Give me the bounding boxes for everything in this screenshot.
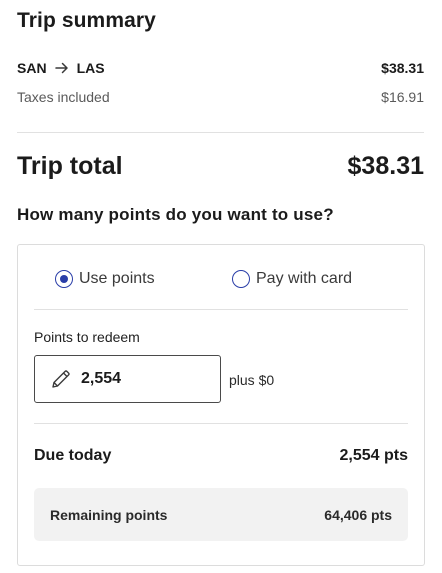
taxes-amount: $16.91 <box>381 89 424 105</box>
trip-total-label: Trip total <box>17 152 123 180</box>
points-input[interactable] <box>81 370 201 388</box>
trip-summary-title: Trip summary <box>17 9 156 32</box>
remaining-points-value: 64,406 pts <box>324 506 392 523</box>
use-points-option[interactable]: Use points <box>55 270 155 288</box>
due-today-value: 2,554 pts <box>339 447 408 464</box>
taxes-row: Taxes included $16.91 <box>17 89 424 105</box>
pay-with-card-radio[interactable] <box>232 270 250 288</box>
card-divider <box>34 309 408 310</box>
pay-with-card-option[interactable]: Pay with card <box>232 270 352 288</box>
due-today-label: Due today <box>34 447 112 464</box>
use-points-label: Use points <box>79 270 155 287</box>
remaining-points-label: Remaining points <box>50 506 168 523</box>
taxes-label: Taxes included <box>17 89 110 105</box>
trip-total-amount: $38.31 <box>347 152 424 180</box>
trip-total-row: Trip total $38.31 <box>17 152 424 181</box>
points-to-redeem-label: Points to redeem <box>34 329 140 345</box>
pay-with-card-label: Pay with card <box>256 270 353 287</box>
pencil-icon <box>49 367 73 391</box>
plus-cash-text: plus $0 <box>229 372 275 388</box>
route: SAN LAS <box>17 60 105 76</box>
points-to-redeem-field[interactable] <box>34 355 221 403</box>
remaining-points-panel: Remaining points 64,406 pts <box>34 488 408 541</box>
arrow-right-icon <box>54 61 69 75</box>
route-price: $38.31 <box>381 60 424 76</box>
points-question: How many points do you want to use? <box>17 205 334 224</box>
origin-code: SAN <box>17 60 47 76</box>
destination-code: LAS <box>76 60 105 76</box>
use-points-radio[interactable] <box>55 270 73 288</box>
points-card: Use points Pay with card Points to redee… <box>17 244 425 566</box>
card-divider <box>34 423 408 424</box>
route-row: SAN LAS $38.31 <box>17 60 424 76</box>
summary-divider <box>17 132 424 133</box>
due-today-row: Due today 2,554 pts <box>34 447 408 465</box>
